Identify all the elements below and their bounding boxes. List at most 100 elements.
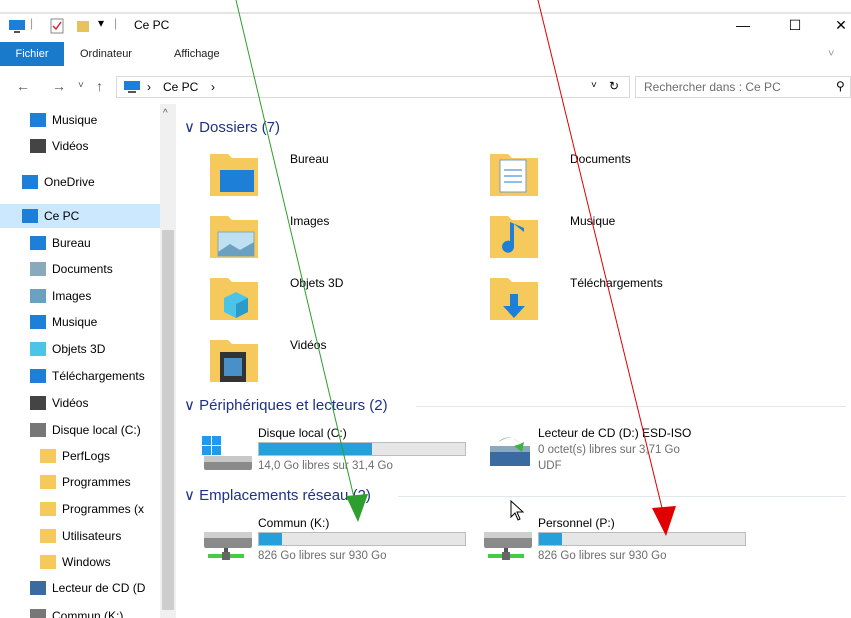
sidebar-item-label: Programmes (62, 475, 131, 489)
forward-button[interactable]: → (52, 78, 66, 94)
sidebar-item-label: Disque local (C:) (52, 423, 141, 437)
close-button[interactable]: ✕ (818, 14, 851, 38)
breadcrumb-chevron[interactable]: › (211, 80, 215, 94)
group-label: Dossiers (7) (199, 119, 281, 136)
group-header-dossiers[interactable]: ∨ Dossiers (7) (184, 118, 280, 136)
sidebar-item[interactable]: Programmes (40, 470, 160, 494)
pc-icon[interactable] (8, 18, 26, 34)
collapse-chevron-icon[interactable]: ∨ (184, 397, 195, 414)
network-drive-item[interactable]: Commun (K:) 826 Go libres sur 930 Go (176, 516, 466, 572)
sidebar-item[interactable]: Objets 3D (30, 337, 160, 361)
drive-icon (30, 423, 46, 437)
music-icon (30, 113, 46, 127)
sidebar-item[interactable]: Lecteur de CD (D (30, 576, 160, 600)
network-drive-item[interactable]: Personnel (P:) 826 Go libres sur 930 Go (456, 516, 746, 572)
folder-icon (40, 475, 56, 489)
sidebar-item[interactable]: Vidéos (30, 391, 160, 415)
sidebar-item[interactable]: Documents (30, 257, 160, 281)
drive-item[interactable]: Lecteur de CD (D:) ESD-ISO 0 octet(s) li… (456, 426, 736, 482)
sidebar-item[interactable]: Téléchargements (30, 364, 160, 388)
video-icon (210, 340, 258, 382)
back-button[interactable]: ← (16, 78, 30, 94)
group-header-emplacements-reseau[interactable]: ∨ Emplacements réseau (2) (184, 486, 371, 504)
collapse-chevron-icon[interactable]: ∨ (184, 119, 195, 136)
folder-item[interactable]: Documents (488, 150, 748, 210)
video-icon (30, 139, 46, 153)
scrollbar-thumb[interactable] (162, 230, 174, 610)
sidebar-item[interactable]: Musique (30, 310, 160, 334)
folder-icon (40, 555, 56, 569)
recent-locations-button[interactable]: ˅ (78, 80, 84, 91)
folder-name: Téléchargements (570, 276, 663, 290)
network-drive-icon (484, 532, 532, 560)
title-separator: | (114, 16, 118, 30)
address-bar[interactable]: › Ce PC › ˅ ↻ (116, 76, 630, 98)
content-pane[interactable]: ∨ Dossiers (7) Bureau Documents Images M… (176, 104, 851, 618)
tab-fichier[interactable]: Fichier (0, 42, 64, 66)
drive-name: Personnel (P:) (538, 516, 615, 530)
breadcrumb-separator[interactable]: › (147, 80, 151, 94)
new-folder-icon[interactable] (76, 18, 90, 34)
sidebar-item[interactable]: Bureau (30, 231, 160, 255)
tab-affichage[interactable]: Affichage (174, 42, 220, 66)
tab-ordinateur[interactable]: Ordinateur (80, 42, 132, 66)
minimize-button[interactable]: — (720, 14, 766, 38)
sidebar-item-label: Documents (52, 262, 113, 276)
maximize-button[interactable]: ☐ (772, 14, 818, 38)
sidebar-item[interactable]: Disque local (C:) (30, 418, 160, 442)
drive-free-space: 826 Go libres sur 930 Go (538, 550, 667, 562)
sidebar-item[interactable]: Windows (40, 550, 160, 574)
properties-icon[interactable] (50, 18, 64, 34)
sidebar-item-label: Téléchargements (52, 369, 145, 383)
video-icon (30, 396, 46, 410)
folder-name: Musique (570, 214, 616, 228)
folder-item[interactable]: Objets 3D (208, 274, 468, 334)
collapse-chevron-icon[interactable]: ∨ (184, 487, 195, 504)
sidebar-item-label: PerfLogs (62, 449, 111, 463)
music-icon (490, 216, 538, 258)
scroll-up-icon[interactable]: ^ (163, 108, 168, 119)
folder-name: Vidéos (290, 338, 327, 352)
refresh-icon[interactable]: ↻ (609, 79, 619, 93)
folder-item[interactable]: Vidéos (208, 336, 468, 396)
search-box[interactable]: Rechercher dans : Ce PC ⚲ (635, 76, 851, 98)
sidebar-item[interactable]: Utilisateurs (40, 524, 160, 548)
navigation-bar: ← → ˅ ↑ › Ce PC › ˅ ↻ Rechercher dans : … (0, 72, 851, 102)
sidebar-item[interactable]: PerfLogs (40, 444, 160, 468)
sidebar-item[interactable]: Musique (30, 108, 160, 132)
sidebar-item[interactable]: Vidéos (30, 134, 160, 158)
drive-free-space: 826 Go libres sur 930 Go (258, 550, 387, 562)
sidebar-item[interactable]: OneDrive (22, 170, 160, 194)
download-icon (490, 278, 538, 320)
customize-quick-access-icon[interactable]: ▾ (98, 16, 104, 30)
search-placeholder: Rechercher dans : Ce PC (644, 80, 781, 94)
qa-separator: | (30, 16, 34, 30)
folder-item[interactable]: Musique (488, 212, 748, 272)
group-header-peripheriques[interactable]: ∨ Périphériques et lecteurs (2) (184, 396, 388, 414)
expand-ribbon-icon[interactable]: ˅ (828, 42, 834, 66)
breadcrumb-ce-pc[interactable]: Ce PC (163, 80, 198, 94)
folder-name: Images (290, 214, 330, 228)
drive-usage-fill (259, 443, 373, 455)
search-icon[interactable]: ⚲ (836, 79, 845, 93)
sidebar-item[interactable]: Commun (K:) (30, 604, 160, 618)
folder-item[interactable]: Téléchargements (488, 274, 748, 334)
title-bar: | ▾ | Ce PC — ☐ ✕ (0, 12, 851, 36)
cd-icon (30, 581, 46, 595)
pc-icon (124, 81, 140, 93)
sidebar-item[interactable]: Ce PC (0, 204, 160, 228)
folder-item[interactable]: Images (208, 212, 468, 272)
folder-name: Objets 3D (290, 276, 344, 290)
sidebar-item[interactable]: Programmes (x (40, 497, 160, 521)
sidebar-item-label: Lecteur de CD (D (52, 581, 146, 595)
address-dropdown-icon[interactable]: ˅ (591, 80, 597, 91)
sidebar-item-label: Images (52, 289, 92, 303)
folder-item[interactable]: Bureau (208, 150, 468, 210)
sidebar-item[interactable]: Images (30, 284, 160, 308)
drive-item[interactable]: Disque local (C:) 14,0 Go libres sur 31,… (176, 426, 466, 482)
drive-free-space: 0 octet(s) libres sur 3,71 Go (538, 444, 680, 456)
images-icon (30, 289, 46, 303)
up-button[interactable]: ↑ (96, 78, 103, 94)
download-icon (30, 369, 46, 383)
navigation-pane[interactable]: ^ Musique Vidéos OneDrive Ce PC Bureau Docume… (0, 104, 176, 618)
